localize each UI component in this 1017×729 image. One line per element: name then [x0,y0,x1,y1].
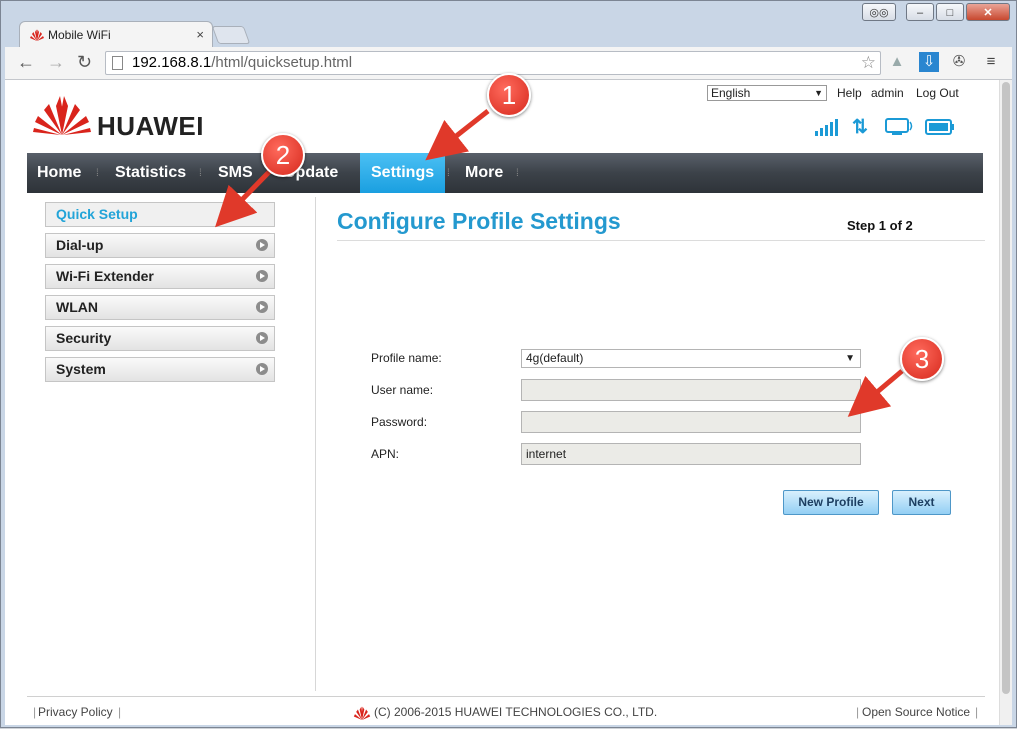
annotation-arrow-2 [215,169,272,228]
annotation-marker-3: 3 [900,337,944,381]
annotation-arrow-1 [425,109,490,161]
browser-window: Mobile WiFi × ◎◎ – □ ✕ ← → ↻ 192.168.8.1… [0,0,1017,728]
annotation-arrow-3 [847,369,904,417]
annotation-marker-2: 2 [261,133,305,177]
annotation-marker-1: 1 [487,73,531,117]
